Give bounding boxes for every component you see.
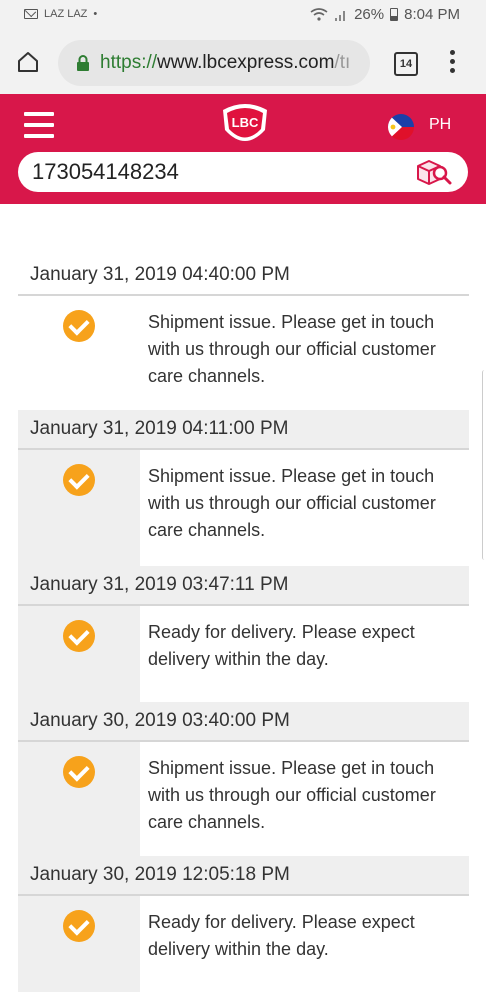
- entry-status: Shipment issue. Please get in touch with…: [148, 758, 436, 832]
- country-code[interactable]: PH: [429, 116, 451, 134]
- battery-percent: 26%: [354, 6, 385, 23]
- tracking-number-input[interactable]: [32, 159, 392, 185]
- url-scheme: https://: [100, 52, 158, 73]
- timeline-entry: January 31, 2019 03:47:11 PM Ready for d…: [18, 566, 469, 702]
- track-package-icon[interactable]: [416, 157, 452, 187]
- tracking-timeline: January 31, 2019 04:40:00 PM Shipment is…: [18, 256, 469, 992]
- check-icon: [63, 910, 95, 942]
- tracking-search-bar: [18, 152, 468, 192]
- notification-text: LAZ LAZ: [44, 8, 88, 20]
- timeline-entry: January 31, 2019 04:11:00 PM Shipment is…: [18, 410, 469, 566]
- wifi-icon: [310, 7, 328, 21]
- entry-status: Ready for delivery. Please expect delive…: [148, 622, 415, 669]
- timeline-entry: January 30, 2019 12:05:18 PM Ready for d…: [18, 856, 469, 992]
- scrollbar[interactable]: [482, 370, 486, 560]
- entry-status: Shipment issue. Please get in touch with…: [148, 466, 436, 540]
- site-header: LBC PH: [0, 94, 486, 204]
- dot-icon: •: [93, 8, 98, 20]
- url-host: www.lbcexpress.com: [157, 52, 335, 73]
- timeline-entry: January 30, 2019 03:40:00 PM Shipment is…: [18, 702, 469, 856]
- browser-toolbar: https://www.lbcexpress.com/tı 14: [0, 32, 486, 94]
- check-icon: [63, 620, 95, 652]
- lbc-logo[interactable]: LBC: [219, 100, 271, 148]
- overflow-menu-icon[interactable]: [446, 50, 458, 76]
- address-bar[interactable]: https://www.lbcexpress.com/tı: [58, 40, 370, 86]
- url-text: https://www.lbcexpress.com/tı: [100, 52, 350, 74]
- status-bar: LAZ LAZ • 26% 8:04 PM: [0, 0, 486, 32]
- hamburger-menu-icon[interactable]: [24, 112, 54, 138]
- entry-status: Shipment issue. Please get in touch with…: [148, 312, 436, 386]
- battery-icon: [390, 8, 399, 21]
- logo-text: LBC: [232, 115, 259, 130]
- timeline-entry: January 31, 2019 04:40:00 PM Shipment is…: [18, 256, 469, 410]
- check-icon: [63, 756, 95, 788]
- check-icon: [63, 464, 95, 496]
- entry-date: January 31, 2019 04:11:00 PM: [18, 410, 469, 450]
- url-tail: /tı: [334, 52, 351, 73]
- home-icon[interactable]: [16, 50, 40, 74]
- signal-icon: [335, 10, 346, 21]
- entry-date: January 30, 2019 12:05:18 PM: [18, 856, 469, 896]
- entry-date: January 31, 2019 04:40:00 PM: [18, 256, 469, 296]
- mail-icon: [24, 9, 38, 19]
- entry-status: Ready for delivery. Please expect delive…: [148, 912, 415, 959]
- tab-switcher-button[interactable]: 14: [394, 52, 418, 76]
- check-icon: [63, 310, 95, 342]
- entry-date: January 31, 2019 03:47:11 PM: [18, 566, 469, 606]
- ph-flag-icon[interactable]: [388, 114, 414, 140]
- lock-icon: [77, 55, 89, 71]
- entry-date: January 30, 2019 03:40:00 PM: [18, 702, 469, 742]
- clock: 8:04 PM: [404, 6, 460, 23]
